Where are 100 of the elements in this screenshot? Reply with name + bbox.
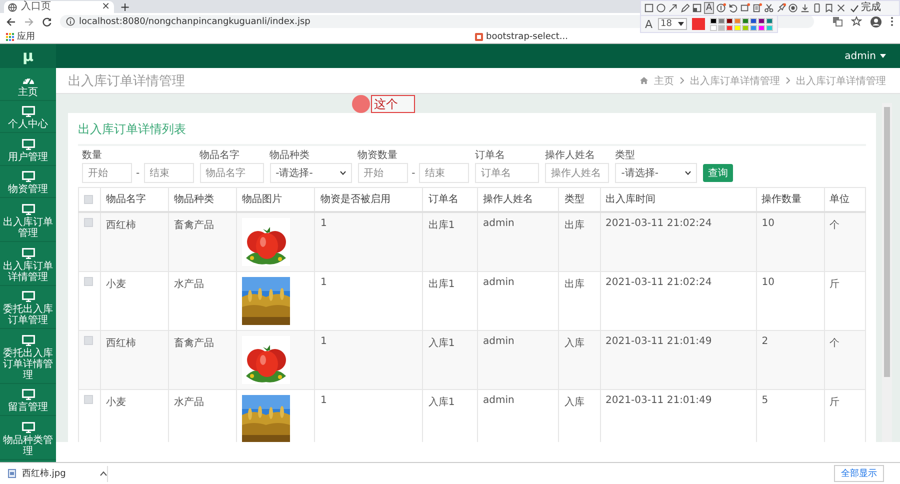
user-menu[interactable]: admin — [844, 50, 886, 62]
new-tab-button[interactable]: + — [120, 1, 130, 13]
column-header: 订单名 — [428, 194, 458, 206]
table-cell: admin — [482, 276, 514, 288]
table-cell: 1 — [320, 218, 327, 228]
caret-icon — [880, 54, 886, 58]
table-cell: 畜禽产品 — [174, 338, 214, 348]
input-field[interactable]: 开始 — [358, 163, 408, 183]
close-icon[interactable] — [836, 3, 846, 13]
color-swatch[interactable] — [710, 24, 717, 30]
font-size-dropdown[interactable]: 18 — [658, 18, 687, 30]
table-cell: 出库 — [564, 278, 584, 290]
monitor-icon — [22, 248, 34, 259]
phone-icon[interactable] — [812, 3, 822, 13]
column-header: 出入库时间 — [606, 194, 656, 206]
table-cell: 2021-03-11 21:02:24 — [606, 276, 712, 288]
checkbox[interactable] — [84, 336, 93, 344]
color-swatch[interactable] — [726, 24, 733, 30]
color-swatch[interactable] — [742, 18, 749, 24]
table-cell: 西红柿 — [106, 220, 136, 230]
download-icon[interactable] — [800, 3, 810, 13]
current-color-swatch[interactable] — [692, 18, 705, 30]
text-tool-button[interactable]: A — [704, 2, 714, 14]
color-swatch[interactable] — [758, 18, 765, 24]
table-cell: 10 — [762, 276, 774, 288]
browser-tab[interactable]: 入口页 × — [4, 1, 114, 13]
range-separator: - — [412, 168, 416, 178]
color-swatch[interactable] — [750, 24, 757, 30]
color-swatch[interactable] — [750, 18, 757, 24]
download-item[interactable]: 西红柿.jpg — [8, 466, 108, 482]
table-cell: 入库 — [564, 396, 584, 408]
mosaic-tool-icon[interactable] — [692, 3, 702, 13]
translate-icon[interactable] — [832, 16, 843, 27]
ellipse-tool-icon[interactable] — [656, 3, 666, 13]
kebab-menu-icon[interactable] — [890, 16, 894, 27]
pin-icon[interactable] — [776, 3, 786, 13]
globe-icon — [8, 2, 17, 12]
input-field[interactable]: 订单名 — [475, 163, 540, 183]
number-tool-icon[interactable] — [716, 3, 726, 13]
checkbox[interactable] — [84, 276, 93, 286]
undo-icon[interactable] — [728, 3, 738, 13]
table-cell: admin — [482, 218, 514, 228]
input-field[interactable]: 开始 — [82, 163, 132, 183]
record-icon[interactable] — [788, 3, 798, 13]
bookmark[interactable]: bootstrap-select... — [475, 30, 568, 42]
select-dropdown[interactable]: -请选择- — [270, 163, 352, 183]
reload-icon[interactable] — [42, 16, 52, 26]
chevron-icon — [786, 77, 790, 84]
file-icon — [8, 469, 16, 478]
color-swatch[interactable] — [710, 18, 717, 24]
paste-tool-icon[interactable] — [752, 3, 762, 13]
column-header: 物品图片 — [242, 194, 282, 206]
checkbox[interactable] — [84, 218, 93, 226]
breadcrumb-link[interactable]: 出入库订单详情管理 — [690, 74, 780, 88]
checkbox[interactable] — [84, 194, 93, 204]
star-icon[interactable] — [851, 16, 862, 27]
monitor-icon — [22, 334, 34, 346]
monitor-icon — [22, 171, 34, 182]
bookmark-icon[interactable] — [824, 3, 834, 13]
color-swatch[interactable] — [742, 24, 749, 30]
input-field[interactable]: 结束 — [419, 163, 470, 183]
color-swatch[interactable] — [734, 24, 741, 30]
breadcrumb-link[interactable]: 主页 — [654, 74, 674, 88]
rectangle-tool-icon[interactable] — [644, 3, 654, 13]
search-button[interactable]: 查询 — [703, 164, 734, 182]
breadcrumb-link[interactable]: 出入库订单详情管理 — [796, 74, 886, 88]
color-swatch[interactable] — [734, 18, 741, 24]
done-button[interactable]: 完成 — [850, 2, 882, 14]
scrollbar-thumb[interactable] — [884, 107, 890, 377]
input-field[interactable]: 操作人姓名 — [545, 163, 610, 183]
checkbox[interactable] — [84, 394, 93, 404]
chevron-icon — [680, 77, 684, 84]
profile-icon[interactable] — [870, 16, 882, 28]
pencil-tool-icon[interactable] — [680, 3, 690, 13]
color-swatch[interactable] — [718, 18, 725, 24]
color-swatch[interactable] — [758, 24, 765, 30]
bookmark[interactable]: 应用 — [6, 30, 35, 42]
input-field[interactable]: 物品名字 — [200, 163, 264, 183]
color-swatch[interactable] — [766, 18, 773, 24]
color-swatch[interactable] — [718, 24, 725, 30]
tab-title: 入口页 — [21, 1, 52, 13]
monitor-icon — [22, 138, 34, 150]
color-swatch[interactable] — [726, 18, 733, 24]
table-cell: 小麦 — [106, 396, 126, 408]
select-dropdown[interactable]: -请选择- — [615, 163, 698, 183]
input-field[interactable]: 结束 — [144, 163, 194, 183]
image-tool-icon[interactable] — [740, 3, 750, 13]
arrow-tool-icon[interactable] — [668, 3, 678, 13]
column-header: 物资是否被启用 — [320, 194, 390, 206]
column-header: 操作人姓名 — [482, 194, 533, 206]
show-all-button[interactable]: 全部显示 — [834, 465, 884, 482]
caret-icon — [340, 171, 346, 175]
table-cell: 斤 — [830, 278, 840, 290]
apps-grid-icon — [6, 32, 14, 40]
back-icon[interactable] — [6, 16, 16, 26]
color-swatch[interactable] — [766, 24, 773, 30]
logo[interactable]: μ — [0, 44, 56, 68]
scissors-icon[interactable] — [764, 3, 774, 13]
close-tab-button[interactable]: × — [102, 2, 110, 12]
url-text: localhost:8080/nongchanpincangkuguanli/index.jsp — [79, 16, 310, 28]
